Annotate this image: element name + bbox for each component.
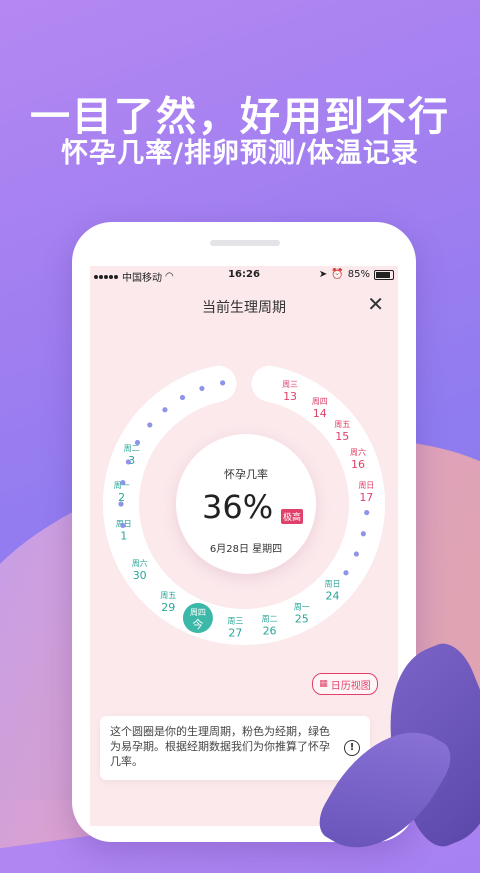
cycle-dot xyxy=(162,407,168,413)
day-weekday: 周三 xyxy=(282,380,298,389)
day-date[interactable]: 14 xyxy=(313,407,327,420)
calendar-icon: ▦ xyxy=(319,679,328,689)
day-weekday: 周日 xyxy=(324,579,340,588)
day-weekday: 周四 xyxy=(312,397,328,406)
day-date[interactable]: 30 xyxy=(133,569,147,582)
cycle-dot xyxy=(120,480,126,486)
info-box: 这个圆圈是你的生理周期，粉色为经期，绿色为易孕期。根据经期数据我们为你推算了怀孕… xyxy=(100,716,370,780)
cycle-dot xyxy=(343,570,349,576)
cycle-dot xyxy=(118,501,124,507)
day-date[interactable]: 今 xyxy=(192,617,203,631)
cycle-dot xyxy=(125,459,132,465)
cycle-dot xyxy=(199,385,205,392)
cycle-dot xyxy=(220,380,226,386)
day-weekday: 周五 xyxy=(160,591,176,600)
day-date[interactable]: 17 xyxy=(359,491,373,504)
day-weekday: 周二 xyxy=(262,614,278,623)
cycle-dot xyxy=(179,394,186,401)
day-date[interactable]: 15 xyxy=(335,430,349,443)
promo-subline: 怀孕几率/排卵预测/体温记录 xyxy=(61,138,419,169)
day-date[interactable]: 24 xyxy=(325,589,339,602)
day-weekday: 周二 xyxy=(124,444,140,453)
cycle-dot xyxy=(147,422,153,428)
current-date: 6月28日 星期四 xyxy=(209,544,283,555)
day-weekday: 周一 xyxy=(294,603,310,612)
day-date[interactable]: 26 xyxy=(263,624,277,637)
day-date[interactable]: 16 xyxy=(351,458,365,471)
phone-frame: 中国移动 ◠ 16:26 ➤ ⏰ 85% 当前生理周期 ✕ 周三 13 周四 14 周五… xyxy=(72,222,416,842)
cycle-dot xyxy=(120,522,126,528)
info-icon[interactable]: ! xyxy=(344,740,360,756)
cycle-dot xyxy=(134,439,141,446)
cycle-dot xyxy=(353,551,359,557)
calendar-view-label: 日历视图 xyxy=(330,680,371,692)
day-weekday: 周四 xyxy=(190,608,206,617)
cycle-dot xyxy=(360,531,366,537)
phone-speaker xyxy=(210,240,280,246)
cycle-dot xyxy=(364,509,370,516)
day-date[interactable]: 1 xyxy=(120,530,127,543)
day-weekday: 周三 xyxy=(227,617,243,626)
probability-badge: 极高 xyxy=(281,509,304,524)
app-screen: 中国移动 ◠ 16:26 ➤ ⏰ 85% 当前生理周期 ✕ 周三 13 周四 14 周五… xyxy=(90,266,398,826)
day-date[interactable]: 25 xyxy=(295,613,309,626)
day-weekday: 周日 xyxy=(358,481,374,490)
probability-label: 怀孕几率 xyxy=(224,468,268,481)
probability-value: 36% xyxy=(202,488,274,526)
calendar-view-button[interactable]: ▦ 日历视图 xyxy=(312,673,378,695)
day-weekday: 周六 xyxy=(132,558,148,568)
day-date[interactable]: 27 xyxy=(228,627,242,640)
day-date[interactable]: 29 xyxy=(161,601,175,614)
day-date[interactable]: 13 xyxy=(283,390,297,403)
day-weekday: 周五 xyxy=(334,420,350,429)
probability-card: 怀孕几率 36% 极高 6月28日 星期四 xyxy=(176,434,316,574)
day-weekday: 周六 xyxy=(350,447,366,457)
info-text: 这个圆圈是你的生理周期，粉色为经期，绿色为易孕期。根据经期数据我们为你推算了怀孕… xyxy=(110,725,330,768)
